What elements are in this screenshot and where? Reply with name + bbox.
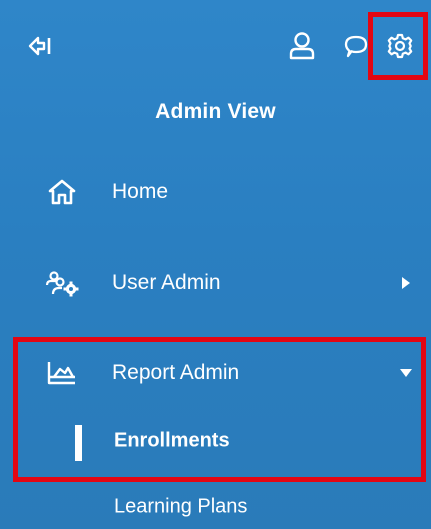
- sidebar-topbar: [0, 0, 431, 95]
- sidebar-item-label: Report Admin: [112, 361, 240, 384]
- caret-down-icon: [398, 365, 414, 381]
- report-chart-icon: [44, 355, 80, 391]
- admin-sidebar: Admin View Home User Admin Report Admin …: [0, 0, 431, 529]
- user-admin-icon: [44, 265, 80, 301]
- page-title: Admin View: [155, 100, 276, 123]
- collapse-sidebar-button[interactable]: [18, 24, 62, 68]
- chat-bubble-icon: [344, 35, 368, 58]
- home-icon: [44, 174, 80, 210]
- gear-icon: [387, 33, 413, 59]
- user-profile-button[interactable]: [280, 24, 324, 68]
- caret-right-icon: [398, 275, 414, 291]
- chat-button[interactable]: [334, 24, 378, 68]
- sidebar-item-label: Home: [112, 180, 169, 203]
- sidebar-subitem-learning-plans[interactable]: Learning Plans: [0, 482, 431, 529]
- sidebar-item-report-admin[interactable]: Report Admin: [0, 338, 431, 408]
- sidebar-item-user-admin[interactable]: User Admin: [0, 248, 431, 318]
- settings-button[interactable]: [374, 18, 426, 74]
- sidebar-subitem-label: Learning Plans: [114, 495, 248, 518]
- collapse-sidebar-icon: [28, 36, 51, 56]
- sidebar-subitem-enrollments[interactable]: Enrollments: [0, 416, 431, 466]
- sidebar-item-home[interactable]: Home: [0, 157, 431, 227]
- active-indicator: [75, 425, 82, 461]
- sidebar-item-label: User Admin: [112, 271, 221, 294]
- sidebar-subitem-label: Enrollments: [114, 429, 230, 452]
- user-profile-icon: [289, 32, 315, 60]
